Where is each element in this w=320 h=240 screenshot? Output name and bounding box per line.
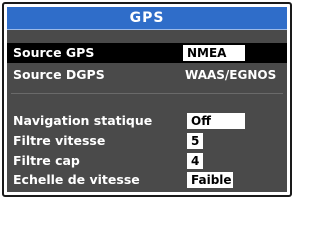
setting-row-filtre-vitesse[interactable]: Filtre vitesse 5 xyxy=(7,131,287,151)
setting-label: Navigation statique xyxy=(13,113,153,128)
section-divider xyxy=(11,93,283,94)
dialog-title: GPS xyxy=(7,7,287,30)
setting-row-navigation-statique[interactable]: Navigation statique Off xyxy=(7,111,287,131)
setting-row-filtre-cap[interactable]: Filtre cap 4 xyxy=(7,151,287,171)
setting-label: Filtre vitesse xyxy=(13,133,106,148)
setting-row-source-dgps[interactable]: Source DGPS WAAS/EGNOS xyxy=(7,65,287,85)
setting-label: Echelle de vitesse xyxy=(13,172,140,187)
setting-label: Source DGPS xyxy=(13,67,105,82)
setting-label: Filtre cap xyxy=(13,153,80,168)
source-gps-value[interactable]: NMEA xyxy=(183,45,245,61)
navigation-statique-value[interactable]: Off xyxy=(187,113,245,129)
setting-row-echelle-vitesse[interactable]: Echelle de vitesse Faible xyxy=(7,170,287,190)
filtre-cap-value[interactable]: 4 xyxy=(187,153,203,169)
source-dgps-value[interactable]: WAAS/EGNOS xyxy=(183,67,276,83)
setting-label: Source GPS xyxy=(13,45,95,60)
device-screen: GPS Source GPS NMEA Source DGPS WAAS/EGN… xyxy=(2,2,292,197)
echelle-vitesse-value[interactable]: Faible xyxy=(187,172,233,188)
setting-row-source-gps[interactable]: Source GPS NMEA xyxy=(7,43,287,63)
filtre-vitesse-value[interactable]: 5 xyxy=(187,133,203,149)
gps-settings-panel: GPS Source GPS NMEA Source DGPS WAAS/EGN… xyxy=(7,7,287,192)
